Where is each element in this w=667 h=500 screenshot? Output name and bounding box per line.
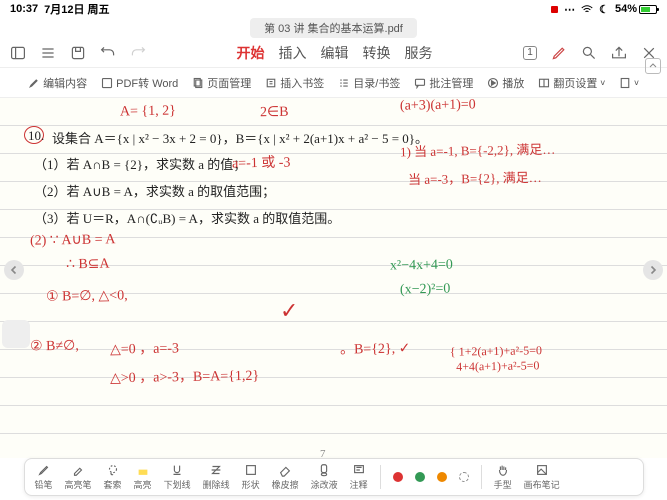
tool-lasso[interactable]: 套索 [104, 463, 122, 491]
color-red[interactable] [393, 472, 403, 482]
sub-bookmark[interactable]: 插入书签 [265, 75, 324, 91]
sub-annot[interactable]: 批注管理 [414, 75, 473, 91]
sub-book[interactable]: ⅴ [619, 77, 639, 89]
color-orange[interactable] [437, 472, 447, 482]
sub-flip[interactable]: 翻页设置ⅴ [538, 75, 605, 91]
moon-icon: ☾ [599, 3, 609, 16]
hw-prod: (a+3)(a+1)=0 [400, 98, 476, 115]
tool-hand[interactable]: 手型 [494, 463, 512, 491]
question-main: 设集合 A＝{x | x² − 3x + 2 = 0}，B＝{x | x² + … [52, 128, 428, 147]
sub-pdf-word[interactable]: PDF转 Word [101, 75, 178, 91]
tool-whiteout[interactable]: 涂改液 [311, 463, 338, 491]
sub-play[interactable]: 播放 [487, 75, 524, 91]
hw-d0: △=0 ，a=-3 [110, 337, 179, 358]
sub-edit-content[interactable]: 编辑内容 [28, 75, 87, 91]
redo-icon[interactable] [130, 45, 146, 61]
next-page-button[interactable] [643, 260, 663, 280]
tool-note[interactable]: 注释 [350, 463, 368, 491]
hw-case1: ① B=∅, △<0, [46, 287, 128, 305]
status-time: 10:37 [10, 3, 38, 15]
hw-green2: (x−2)²=0 [400, 282, 451, 299]
document-tab-bar: 第 03 讲 集合的基本运算.pdf [0, 18, 667, 38]
counter-badge[interactable]: 1 [523, 46, 537, 60]
main-toolbar: 开始 插入 编辑 转换 服务 1 [0, 38, 667, 68]
tool-shape[interactable]: 形状 [242, 463, 260, 491]
search-icon[interactable] [581, 45, 597, 61]
tool-pencil[interactable]: 铅笔 [35, 463, 53, 491]
hw-case2: ② B≠∅, [30, 338, 79, 356]
pen-icon[interactable] [551, 45, 567, 61]
hw-sub2: ∴ B⊆A [66, 256, 110, 274]
status-bar: 10:37 7月12日 周五 ⋯ ☾ 54% [0, 0, 667, 18]
hw-note11: 1) 当 a=-1, B={-2,2}, 满足… [400, 139, 556, 161]
question-part2: （2）若 A∪B = A，求实数 a 的取值范围； [34, 181, 275, 200]
record-icon [551, 6, 558, 13]
annotation-toolbar: 铅笔 高亮笔 套索 高亮 下划线 删除线 形状 橡皮擦 涂改液 注释 手型 画布… [24, 458, 644, 496]
question-number: 10. [28, 128, 44, 144]
wifi-icon [581, 5, 593, 14]
dots-icon: ⋯ [564, 3, 575, 16]
question-part1: （1）若 A∩B = {2}，求实数 a 的值； [34, 154, 246, 173]
divider [481, 465, 482, 489]
menu-insert[interactable]: 插入 [279, 43, 307, 63]
document-tab[interactable]: 第 03 讲 集合的基本运算.pdf [250, 18, 417, 38]
sub-toc[interactable]: 目录/书签 [338, 75, 400, 91]
hw-aset: A= {1, 2} [120, 104, 176, 121]
page-number: 7 [320, 448, 326, 458]
tool-strike[interactable]: 删除线 [203, 463, 230, 491]
hw-hdr2: (2) ∵ A∪B = A [30, 231, 116, 249]
tool-canvas[interactable]: 画布笔记 [524, 463, 560, 491]
menu-service[interactable]: 服务 [405, 43, 433, 63]
sub-toolbar: 编辑内容 PDF转 Word 页面管理 插入书签 目录/书签 批注管理 播放 翻… [0, 68, 667, 98]
save-icon[interactable] [70, 45, 86, 61]
battery-indicator: 54% [615, 3, 657, 15]
hw-check: ✓ [280, 298, 299, 324]
menu-convert[interactable]: 转换 [363, 43, 391, 63]
tool-underline[interactable]: 下划线 [164, 463, 191, 491]
tool-eraser[interactable]: 橡皮擦 [272, 463, 299, 491]
tool-highlight[interactable]: 高亮 [134, 463, 152, 491]
tool-highlighter[interactable]: 高亮笔 [65, 463, 92, 491]
menu-icon[interactable] [40, 45, 56, 61]
question-part3: （3）若 U＝R，A∩(∁ᵤB) = A，求实数 a 的取值范围。 [34, 208, 340, 227]
hw-note12: 当 a=-3，B={2}, 满足… [408, 167, 542, 188]
collapse-icon[interactable] [645, 58, 661, 74]
sidebar-icon[interactable] [10, 45, 26, 61]
divider [380, 465, 381, 489]
hw-ans1: a=-1 或 -3 [232, 151, 291, 172]
hw-2b: 2∈B [260, 104, 289, 121]
hw-green1: x²−4x+4=0 [390, 257, 453, 274]
document-page[interactable]: 10. 设集合 A＝{x | x² − 3x + 2 = 0}，B＝{x | x… [0, 98, 667, 458]
color-add[interactable] [459, 472, 469, 482]
hw-dg: △>0 ，a>-3，B=A={1,2} [110, 365, 259, 388]
hw-bonly: 。B={2}, ✓ [340, 337, 411, 358]
prev-page-button[interactable] [4, 260, 24, 280]
share-icon[interactable] [611, 45, 627, 61]
status-date: 7月12日 周五 [44, 1, 109, 17]
color-green[interactable] [415, 472, 425, 482]
menu-edit[interactable]: 编辑 [321, 43, 349, 63]
sub-page-mgr[interactable]: 页面管理 [192, 75, 251, 91]
side-handle[interactable] [2, 320, 30, 348]
menu-start[interactable]: 开始 [237, 43, 265, 63]
hw-sys: { 1+2(a+1)+a²-5=0 4+4(a+1)+a²-5=0 [450, 343, 543, 375]
undo-icon[interactable] [100, 45, 116, 61]
